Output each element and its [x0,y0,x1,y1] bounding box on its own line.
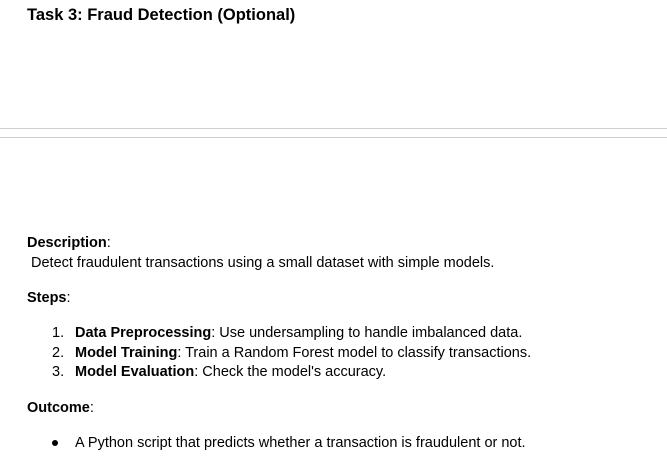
step-number: 1. [52,325,65,341]
outcome-heading-colon: : [89,400,94,416]
bullet-icon [52,440,58,446]
page-break-divider [0,128,667,138]
step-number: 3. [52,364,65,380]
step-item-1: 1. Data Preprocessing: Use undersampling… [0,323,667,343]
description-text: Detect fraudulent transactions using a s… [31,255,495,271]
step-label: Model Evaluation [75,364,195,380]
step-text: : Check the model's accuracy. [194,364,387,380]
step-item-3: 3. Model Evaluation: Check the model's a… [0,362,667,382]
outcome-text: A Python script that predicts whether a … [75,435,526,451]
page-title: Task 3: Fraud Detection (Optional) [27,6,296,24]
step-body: Model Evaluation: Check the model's accu… [75,362,386,382]
steps-heading-colon: : [66,290,71,306]
step-item-2: 2. Model Training: Train a Random Forest… [0,343,667,363]
description-heading-colon: : [106,235,111,251]
description-heading: Description: [27,233,111,253]
description-heading-label: Description [27,235,107,251]
step-label: Data Preprocessing [75,325,212,341]
step-body: Data Preprocessing: Use undersampling to… [75,323,522,343]
steps-heading: Steps: [27,288,71,308]
steps-heading-label: Steps [27,290,67,306]
step-text: : Use undersampling to handle imbalanced… [211,325,523,341]
step-number: 2. [52,345,65,361]
outcome-heading-label: Outcome [27,400,90,416]
step-text: : Train a Random Forest model to classif… [177,345,532,361]
outcome-item-1: A Python script that predicts whether a … [0,433,667,453]
outcome-heading: Outcome: [27,398,94,418]
step-label: Model Training [75,345,178,361]
step-body: Model Training: Train a Random Forest mo… [75,343,531,363]
